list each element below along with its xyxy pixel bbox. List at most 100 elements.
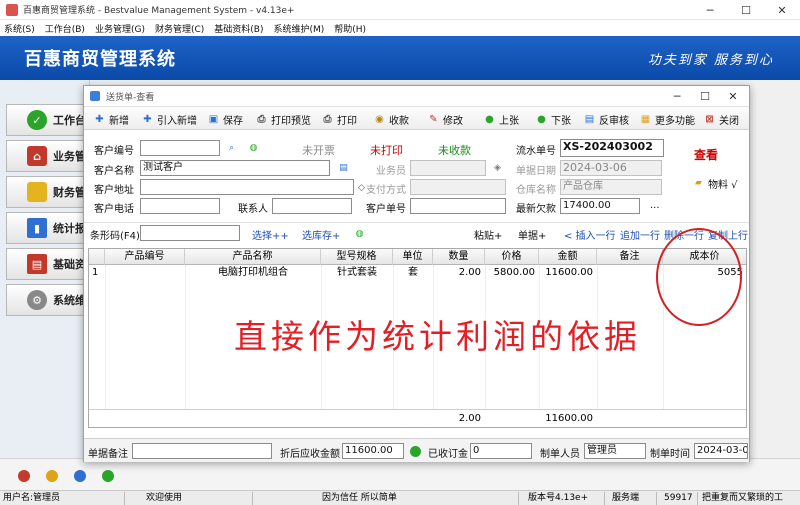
- next-button[interactable]: ● 下张: [536, 111, 571, 127]
- eraser-icon[interactable]: ◈: [492, 162, 503, 173]
- cell-spec[interactable]: 针式套装: [325, 266, 389, 280]
- order-footer: 单据备注 折后应收金额 11600.00 已收订金 0 制单人员 管理员 制单时…: [84, 438, 749, 462]
- barcode-input[interactable]: [140, 225, 240, 241]
- edit-button[interactable]: ✎ 修改: [428, 111, 463, 127]
- unapprove-button[interactable]: ▤ 反审核: [584, 111, 629, 127]
- edit-icon: ✎: [429, 113, 438, 125]
- menu-help[interactable]: 帮助(H): [334, 22, 366, 35]
- insert-row-link[interactable]: < 插入一行: [564, 227, 616, 242]
- bill-date-label: 单据日期: [516, 166, 556, 177]
- select-stock-link[interactable]: 选库存+: [302, 227, 340, 242]
- dialog-minimize-icon[interactable]: ─: [664, 86, 690, 106]
- salesman-select[interactable]: [410, 160, 486, 176]
- col-amount[interactable]: 金额: [539, 249, 597, 265]
- refresh-icon[interactable]: ◍: [354, 228, 365, 239]
- dialog-maximize-icon[interactable]: ☐: [692, 86, 718, 106]
- customer-lookup-icon[interactable]: ▤: [338, 162, 349, 173]
- maximize-icon[interactable]: ☐: [728, 0, 764, 20]
- nav-system[interactable]: ⚙ 系统维: [6, 284, 94, 316]
- row-number-header: [89, 249, 105, 265]
- menu-finance[interactable]: 财务管理(C): [155, 22, 204, 35]
- dialog-titlebar: 送货单-查看 ─ ☐ ✕: [84, 86, 749, 106]
- nav-business[interactable]: ⌂ 业务管: [6, 140, 94, 172]
- paste-button[interactable]: 粘贴+: [474, 227, 502, 242]
- phone-input[interactable]: [140, 198, 220, 214]
- print-preview-icon: ⎙: [257, 113, 266, 125]
- nav-basic-data[interactable]: ▤ 基础资: [6, 248, 94, 280]
- menu-workbench[interactable]: 工作台(B): [45, 22, 85, 35]
- nav-reports[interactable]: ▮ 统计报: [6, 212, 94, 244]
- menu-basic-data[interactable]: 基础资料(B): [214, 22, 263, 35]
- contact-input[interactable]: [272, 198, 352, 214]
- folder-icon[interactable]: ▰: [693, 177, 704, 188]
- add-row-link[interactable]: 追加一行: [620, 227, 660, 242]
- shortcut-icon-3[interactable]: [74, 470, 86, 482]
- debt-more-button[interactable]: ...: [650, 200, 660, 211]
- status-bar: 用户名:管理员 欢迎使用 因为信任 所以简单 版本号4.13e+ 服务端 599…: [0, 490, 800, 505]
- cell-qty[interactable]: 2.00: [433, 266, 481, 280]
- customer-order-input[interactable]: [410, 198, 506, 214]
- material-label[interactable]: 物料 √: [708, 176, 738, 191]
- refresh-icon[interactable]: ◍: [248, 142, 259, 153]
- select-plus-link[interactable]: 选择++: [252, 227, 289, 242]
- dialog-close-icon[interactable]: ✕: [720, 86, 746, 106]
- minimize-icon[interactable]: ─: [692, 0, 728, 20]
- col-qty[interactable]: 数量: [433, 249, 485, 265]
- cell-amount[interactable]: 11600.00: [539, 266, 593, 280]
- print-preview-button[interactable]: ⎙ 打印预览: [256, 111, 312, 127]
- close-icon[interactable]: ✕: [764, 0, 800, 20]
- bill-plus-button[interactable]: 单据+: [518, 227, 546, 242]
- main-titlebar: 百惠商贸管理系统 - Bestvalue Management System -…: [0, 0, 800, 20]
- new-button[interactable]: ✚ 新增: [94, 111, 129, 127]
- cell-product-name[interactable]: 电脑打印机组合: [189, 266, 317, 280]
- app-icon: [6, 3, 18, 16]
- shortcut-icon-1[interactable]: [18, 470, 30, 482]
- menu-system[interactable]: 系统(S): [4, 22, 35, 35]
- lookup-icon[interactable]: ⌕: [226, 142, 237, 153]
- cell-price[interactable]: 5800.00: [485, 266, 535, 280]
- nav-finance[interactable]: 财务管: [6, 176, 94, 208]
- exit-icon: ⊠: [705, 113, 714, 125]
- gear-icon: ⚙: [27, 290, 47, 310]
- col-product-name[interactable]: 产品名称: [185, 249, 321, 265]
- table-row[interactable]: 1 电脑打印机组合 针式套装 套 2.00 5800.00 11600.00 5…: [89, 266, 746, 280]
- app-banner: 百惠商贸管理系统 功夫到家 服务到心: [0, 36, 800, 80]
- bar-chart-icon: ▮: [27, 218, 47, 238]
- col-unit[interactable]: 单位: [393, 249, 433, 265]
- address-input[interactable]: [140, 179, 354, 195]
- customer-name-input[interactable]: 测试客户: [140, 160, 330, 176]
- customer-code-input[interactable]: [140, 140, 220, 156]
- status-motto: 因为信任 所以简单: [322, 493, 397, 503]
- menu-business[interactable]: 业务管理(G): [95, 22, 145, 35]
- menu-maintenance[interactable]: 系统维护(M): [273, 22, 324, 35]
- col-remark[interactable]: 备注: [597, 249, 663, 265]
- status-dot-icon: [410, 446, 421, 457]
- deposit-input[interactable]: 0: [470, 443, 532, 459]
- save-button[interactable]: ▣ 保存: [208, 111, 243, 127]
- warehouse-select[interactable]: 产品仓库: [560, 179, 662, 195]
- col-product-code[interactable]: 产品编号: [105, 249, 185, 265]
- bill-date-input[interactable]: 2024-03-06: [560, 160, 662, 176]
- status-welcome: 欢迎使用: [146, 493, 183, 503]
- serial-input[interactable]: XS-202403002: [560, 139, 664, 157]
- prev-button[interactable]: ● 上张: [484, 111, 519, 127]
- print-button[interactable]: ⎙ 打印: [322, 111, 358, 127]
- col-price[interactable]: 价格: [485, 249, 539, 265]
- save-icon: ▣: [208, 113, 219, 125]
- import-new-button[interactable]: ✚ 引入新增: [142, 111, 197, 127]
- note-input[interactable]: [132, 443, 272, 459]
- shortcut-icon-2[interactable]: [46, 470, 58, 482]
- unprinted-status: 未打印: [370, 144, 403, 157]
- cell-unit[interactable]: 套: [393, 266, 433, 280]
- grid-icon: ▦: [640, 113, 651, 125]
- close-button[interactable]: ⊠ 关闭: [704, 111, 739, 127]
- shortcut-icon-4[interactable]: [102, 470, 114, 482]
- receive-payment-button[interactable]: ◉ 收款: [374, 111, 409, 127]
- check-stamp: 查看: [694, 148, 719, 162]
- nav-workbench[interactable]: ✓ 工作台: [6, 104, 94, 136]
- payment-select[interactable]: [410, 179, 506, 195]
- brand-title: 百惠商贸管理系统: [24, 49, 176, 70]
- more-functions-button[interactable]: ▦ 更多功能: [640, 111, 695, 127]
- status-version: 版本号4.13e+: [528, 493, 589, 503]
- col-spec[interactable]: 型号规格: [321, 249, 393, 265]
